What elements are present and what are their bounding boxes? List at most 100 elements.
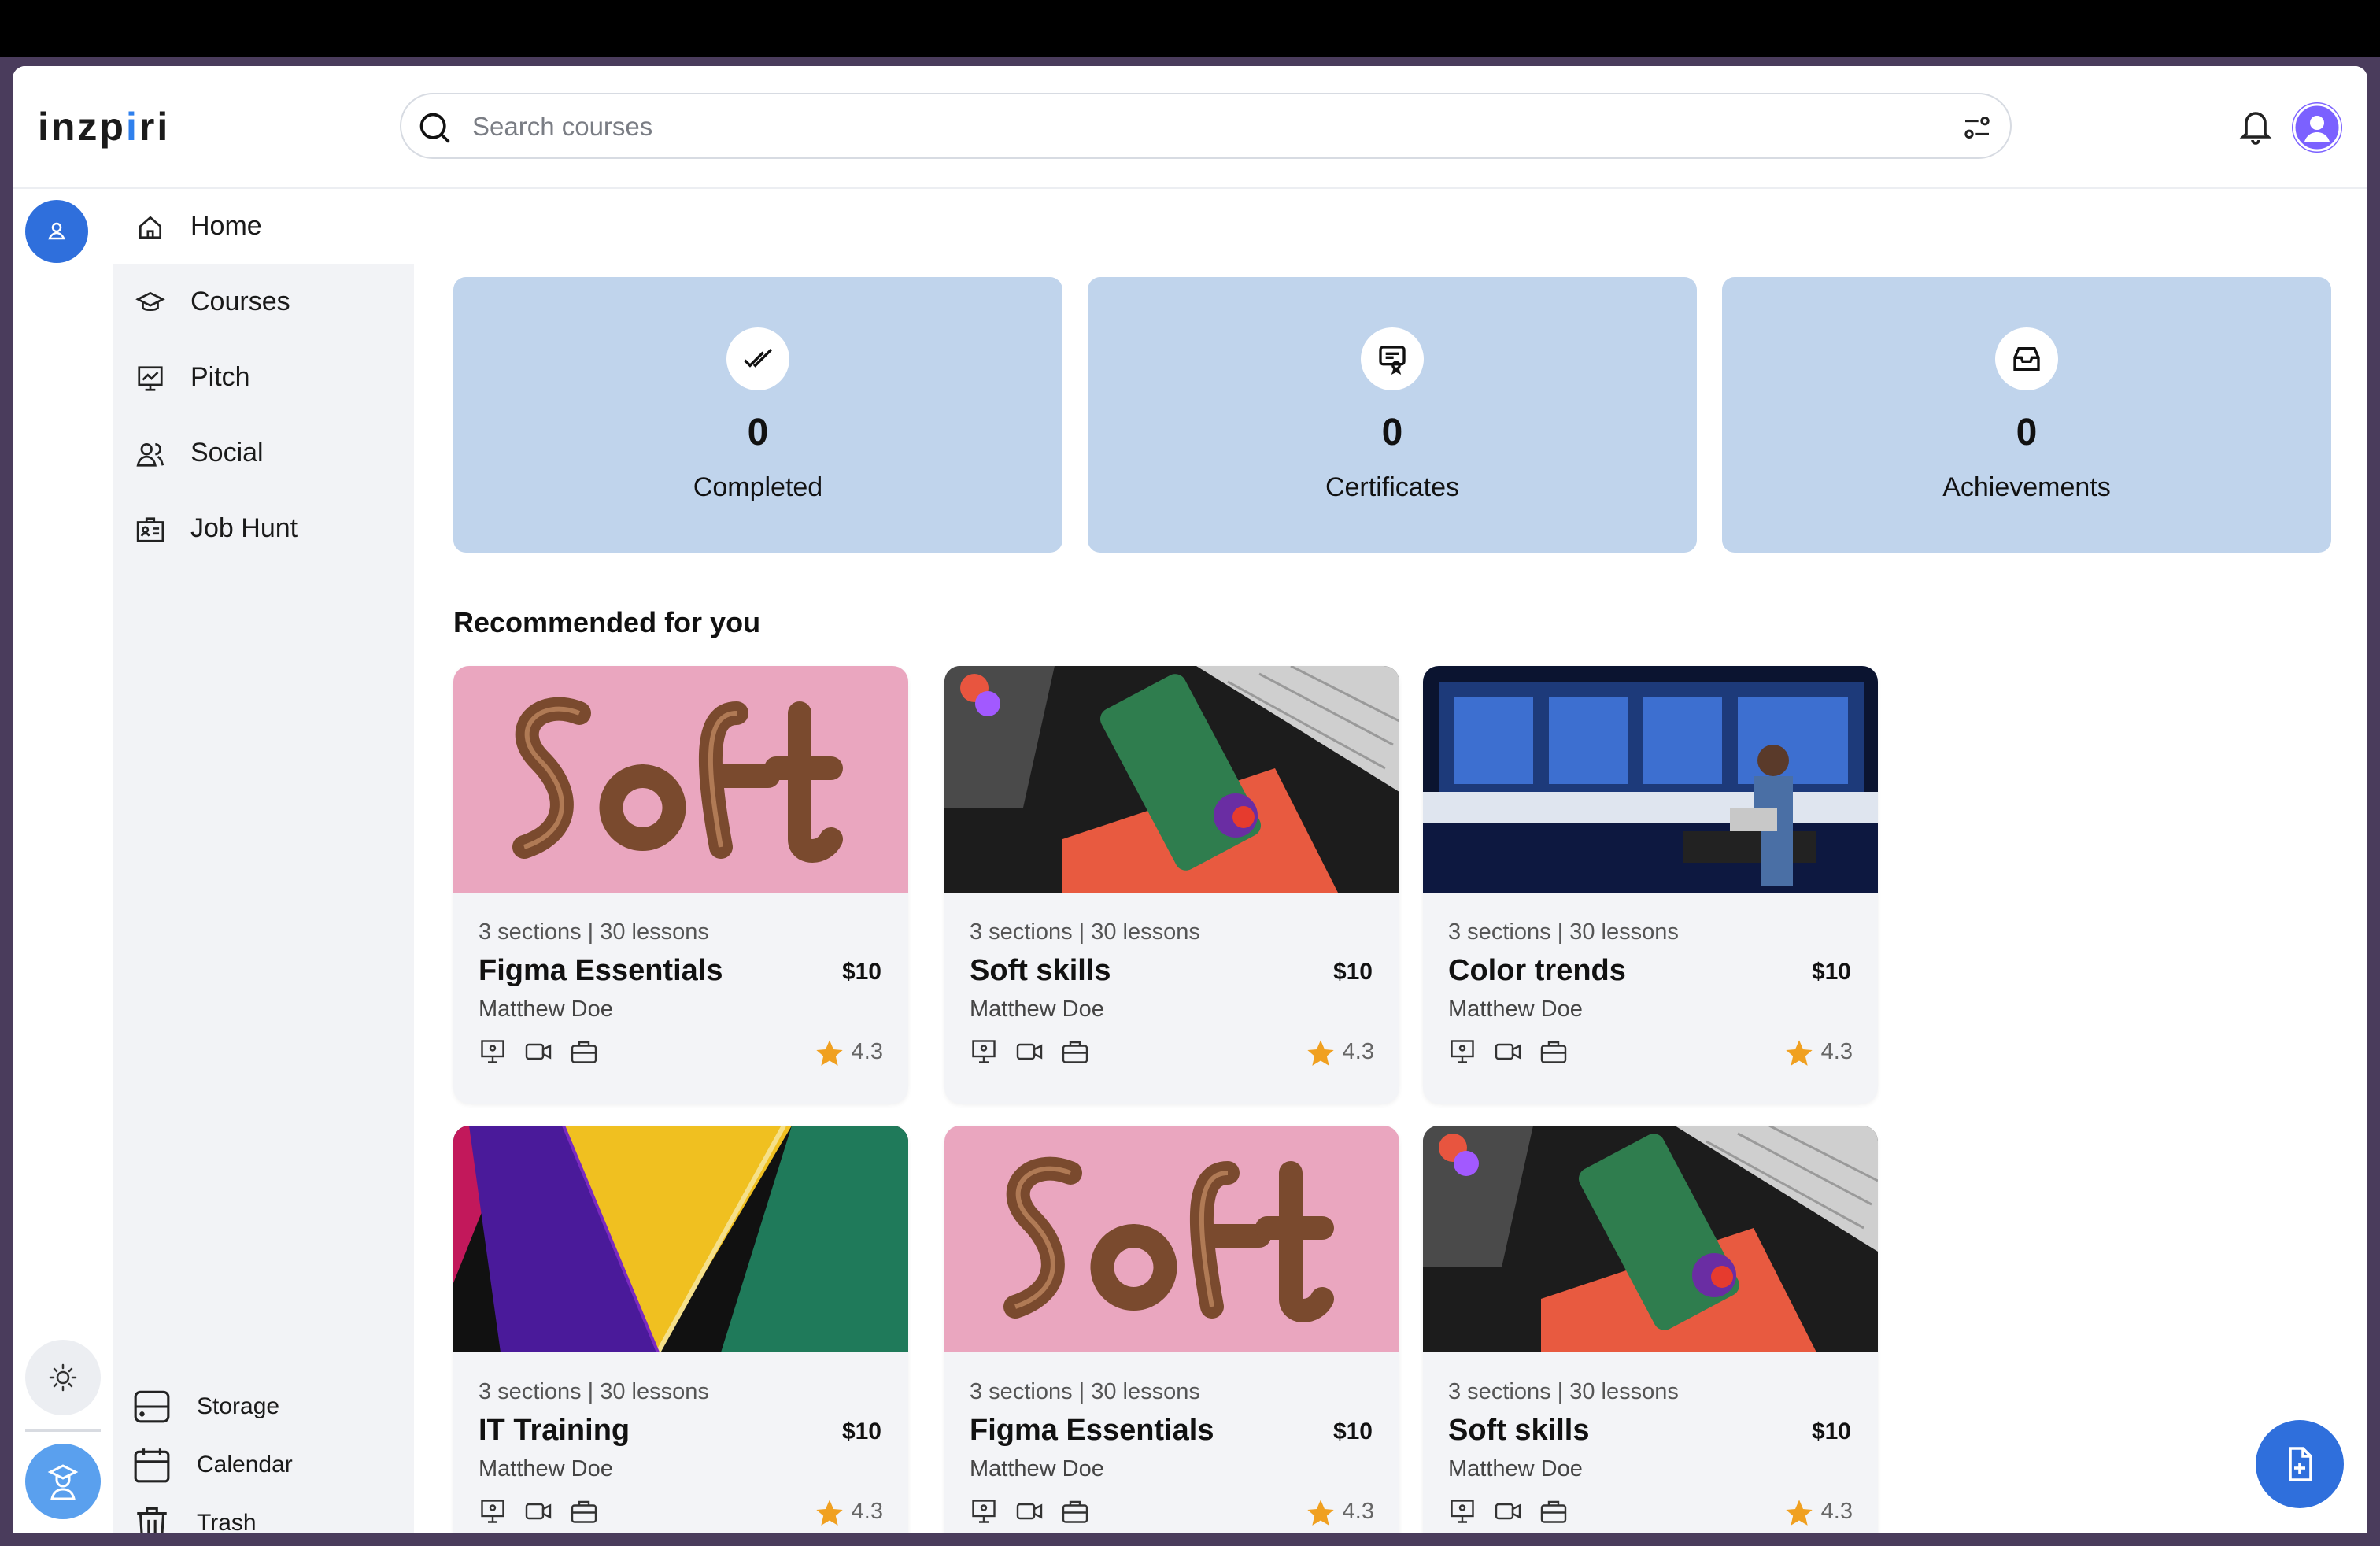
briefcase-icon [571, 1041, 597, 1063]
course-card[interactable]: 3 sections | 30 lessons Soft skills $10 … [1423, 1126, 1878, 1533]
user-avatar[interactable] [2292, 102, 2342, 153]
video-icon [1016, 1043, 1043, 1060]
course-thumbnail [1423, 666, 1878, 893]
course-title: Color trends [1448, 954, 1626, 987]
id-card-icon [136, 517, 164, 542]
filter-icon[interactable] [1961, 112, 1993, 143]
sidebar-item-pitch[interactable]: Pitch [113, 340, 414, 416]
course-meta: 3 sections | 30 lessons [1448, 1379, 1679, 1404]
course-rating: 4.3 [816, 1039, 883, 1071]
double-check-icon [744, 349, 772, 368]
search-bar[interactable] [400, 93, 2012, 159]
sidebar-item-storage[interactable]: Storage [113, 1379, 414, 1434]
star-icon [1307, 1040, 1334, 1066]
sidebar-item-courses[interactable]: Courses [113, 264, 414, 340]
logo-text: inzp [38, 105, 126, 149]
rating-value: 4.3 [1820, 1039, 1853, 1064]
course-title: IT Training [479, 1414, 630, 1447]
star-icon [1307, 1500, 1334, 1526]
video-icon [1495, 1043, 1521, 1060]
rating-value: 4.3 [851, 1039, 883, 1064]
course-price: $10 [1332, 959, 1373, 985]
course-thumbnail [944, 1126, 1399, 1352]
sidebar-item-label: Social [190, 438, 264, 468]
search-icon [419, 113, 450, 143]
star-icon [816, 1040, 843, 1066]
course-price: $10 [1332, 1418, 1373, 1444]
course-card[interactable]: 3 sections | 30 lessons Color trends $10… [1423, 666, 1878, 1104]
sidebar-item-label: Storage [197, 1393, 280, 1419]
rating-value: 4.3 [1820, 1499, 1853, 1524]
app-window: inzpiri Home Courses [13, 66, 2367, 1533]
logo[interactable]: inzpiri [38, 104, 170, 150]
os-top-bar [0, 0, 2380, 57]
user-icon [2293, 103, 2341, 152]
course-thumbnail [453, 1126, 908, 1352]
sidebar-item-label: Courses [190, 287, 290, 316]
stat-label: Certificates [1325, 472, 1460, 502]
stat-card-certificates: 0 Certificates [1088, 277, 1697, 553]
logo-text-dot: i [125, 105, 139, 149]
course-card[interactable]: 3 sections | 30 lessons Figma Essentials… [453, 666, 908, 1104]
presentation-icon [481, 1040, 504, 1063]
sidebar-item-home[interactable]: Home [113, 189, 414, 264]
stat-label: Completed [693, 472, 823, 502]
briefcase-icon [1062, 1500, 1088, 1523]
course-meta: 3 sections | 30 lessons [479, 1379, 709, 1404]
notification-bell-icon[interactable] [2237, 105, 2275, 146]
presentation-icon [972, 1040, 996, 1063]
stat-value: 0 [1381, 412, 1403, 453]
video-icon [1016, 1503, 1043, 1520]
course-title: Figma Essentials [479, 954, 723, 987]
rating-value: 4.3 [1342, 1039, 1374, 1064]
video-icon [525, 1043, 552, 1060]
course-card[interactable]: 3 sections | 30 lessons Soft skills $10 … [944, 666, 1399, 1104]
briefcase-icon [1062, 1041, 1088, 1063]
sidebar-item-label: Home [190, 211, 262, 241]
stat-icon-circle [726, 327, 789, 390]
sidebar-item-trash[interactable]: Trash [113, 1496, 414, 1533]
course-title: Soft skills [1448, 1414, 1590, 1447]
course-card[interactable]: 3 sections | 30 lessons IT Training $10 … [453, 1126, 908, 1533]
sidebar-item-job-hunt[interactable]: Job Hunt [113, 491, 414, 567]
briefcase-icon [1540, 1041, 1567, 1063]
star-icon [816, 1500, 843, 1526]
star-icon [1786, 1500, 1813, 1526]
sidebar: Home Courses Pitch Social Job Hunt Stora… [113, 189, 414, 1533]
course-price: $10 [1811, 959, 1851, 985]
profile-button[interactable] [25, 200, 88, 263]
course-author: Matthew Doe [970, 1456, 1104, 1481]
presentation-icon [481, 1500, 504, 1523]
stat-card-achievements: 0 Achievements [1722, 277, 2331, 553]
star-icon [1786, 1040, 1813, 1066]
sidebar-item-calendar[interactable]: Calendar [113, 1437, 414, 1492]
graduation-cap-icon [135, 291, 165, 312]
presentation-chart-icon [138, 366, 163, 391]
left-rail [13, 189, 113, 1533]
logo-text-end: ri [139, 105, 171, 149]
presentation-icon [1451, 1040, 1474, 1063]
course-thumbnail [1423, 1126, 1878, 1352]
presentation-icon [972, 1500, 996, 1523]
new-document-button[interactable] [2256, 1420, 2344, 1508]
briefcase-icon [571, 1500, 597, 1523]
stat-value: 0 [2016, 412, 2038, 453]
trash-icon [137, 1507, 167, 1533]
course-meta: 3 sections | 30 lessons [479, 919, 709, 945]
stat-icon-circle [1995, 327, 2058, 390]
stat-icon-circle [1361, 327, 1424, 390]
assistant-button[interactable] [25, 1444, 101, 1519]
theme-toggle-button[interactable] [25, 1340, 101, 1415]
sidebar-item-social[interactable]: Social [113, 416, 414, 491]
briefcase-icon [1540, 1500, 1567, 1523]
course-author: Matthew Doe [479, 997, 613, 1022]
course-meta: 3 sections | 30 lessons [970, 1379, 1200, 1404]
rating-value: 4.3 [1342, 1499, 1374, 1524]
section-title: Recommended for you [453, 606, 761, 638]
inbox-icon [2013, 347, 2040, 371]
course-title: Figma Essentials [970, 1414, 1214, 1447]
search-input[interactable] [471, 105, 1890, 148]
sidebar-item-label: Trash [197, 1510, 257, 1533]
rail-divider [25, 1429, 101, 1432]
course-card[interactable]: 3 sections | 30 lessons Figma Essentials… [944, 1126, 1399, 1533]
